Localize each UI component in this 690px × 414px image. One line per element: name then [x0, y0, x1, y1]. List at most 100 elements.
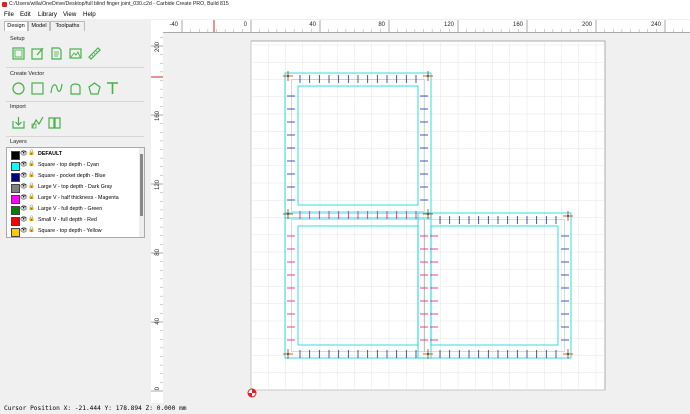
ruler-label: 200: [582, 22, 593, 28]
ruler-label: 0: [155, 386, 161, 390]
tab-design[interactable]: Design: [4, 21, 28, 31]
separator: [6, 101, 144, 102]
eye-icon[interactable]: 👁: [20, 194, 28, 201]
eye-icon[interactable]: 👁: [20, 227, 28, 234]
layer-name: Large V - full depth - Green: [38, 206, 103, 212]
measure-icon[interactable]: [88, 47, 101, 60]
layer-color-swatch[interactable]: [11, 195, 20, 204]
eye-icon[interactable]: 👁: [20, 172, 28, 179]
polygon-icon[interactable]: [88, 82, 101, 95]
ruler-label: 120: [444, 22, 455, 28]
layer-name: DEFAULT: [38, 151, 63, 157]
blob-shape-icon[interactable]: [69, 82, 82, 95]
lock-icon[interactable]: 🔒: [28, 194, 35, 200]
corner-point: [426, 74, 430, 78]
separator: [6, 136, 144, 137]
layer-color-swatch[interactable]: [11, 217, 20, 226]
menu-file[interactable]: File: [4, 11, 14, 18]
eye-icon[interactable]: 👁: [20, 161, 28, 168]
corner-point: [566, 214, 570, 218]
lock-icon[interactable]: 🔒: [28, 216, 35, 222]
ruler-label: 80: [378, 22, 385, 28]
rectangle-icon[interactable]: [31, 82, 44, 95]
corner-point: [426, 352, 430, 356]
layer-color-swatch[interactable]: [11, 173, 20, 182]
layer-row[interactable]: 👁 🔒 Square - top depth - Yellow: [7, 226, 137, 237]
menu-library[interactable]: Library: [38, 11, 57, 18]
menu-help[interactable]: Help: [83, 11, 96, 18]
import-svg-icon[interactable]: [31, 116, 44, 129]
layer-name: Small V - full depth - Red: [38, 217, 97, 223]
window-title: C:/Users/willa/OneDrive/Desktop/full bli…: [9, 1, 229, 7]
layer-name: Large V - half thickness - Magenta: [38, 195, 119, 201]
scrollbar-thumb[interactable]: [140, 154, 143, 216]
layers-scrollbar[interactable]: [139, 148, 144, 237]
layer-color-swatch[interactable]: [11, 206, 20, 215]
layer-row[interactable]: 👁 🔒 Square - top depth - Cyan: [7, 160, 137, 171]
eye-icon[interactable]: 👁: [20, 150, 28, 157]
ruler-label: 40: [309, 22, 316, 28]
layer-name: Square - top depth - Yellow: [38, 228, 102, 234]
library-book-icon[interactable]: [48, 116, 61, 129]
corner-point: [566, 352, 570, 356]
ruler-label: 40: [155, 317, 161, 324]
curve-icon[interactable]: [50, 82, 63, 95]
lock-icon[interactable]: 🔒: [28, 150, 35, 156]
ruler-label: 120: [155, 179, 161, 190]
text-icon[interactable]: [106, 82, 119, 95]
separator: [6, 67, 144, 68]
layer-row[interactable]: 👁 🔒 Large V - half thickness - Magenta: [7, 193, 137, 204]
eye-icon[interactable]: 👁: [20, 183, 28, 190]
eye-icon[interactable]: 👁: [20, 205, 28, 212]
create-vector-heading: Create Vector: [10, 71, 45, 77]
menu-bar: File Edit Library View Help: [0, 9, 690, 19]
menu-view[interactable]: View: [63, 11, 76, 18]
layer-row[interactable]: 👁 🔒 Small V - full depth - Red: [7, 215, 137, 226]
status-bar: Cursor Position X: -21.444 Y: 178.894 Z:…: [0, 403, 690, 414]
image-icon[interactable]: [69, 47, 82, 60]
corner-point: [286, 212, 290, 216]
layer-name: Square - pocket depth - Blue: [38, 173, 106, 179]
ruler-label: 0: [244, 22, 248, 28]
tab-model[interactable]: Model: [28, 21, 50, 31]
corner-point: [286, 352, 290, 356]
layer-row[interactable]: 👁 🔒 Large V - full depth - Green: [7, 204, 137, 215]
ruler-label: -40: [169, 22, 178, 28]
lock-icon[interactable]: 🔒: [28, 227, 35, 233]
lock-icon[interactable]: 🔒: [28, 183, 35, 189]
lock-icon[interactable]: 🔒: [28, 172, 35, 178]
horizontal-ruler: -40 0 40 80 120 160 200 240: [151, 20, 690, 33]
layer-color-swatch[interactable]: [11, 228, 20, 237]
layer-color-swatch[interactable]: [11, 151, 20, 160]
import-heading: Import: [10, 104, 26, 110]
layer-row[interactable]: 👁 🔒 Large V - top depth - Dark Gray: [7, 182, 137, 193]
circle-icon[interactable]: [12, 82, 25, 95]
menu-edit[interactable]: Edit: [20, 11, 31, 18]
layer-row[interactable]: 👁 🔒 Square - pocket depth - Blue: [7, 171, 137, 182]
layers-heading: Layers: [10, 139, 27, 145]
corner-point: [426, 212, 430, 216]
layers-list: 👁 🔒 DEFAULT 👁 🔒 Square - top depth - Cyan 👁 🔒 Sq…: [6, 147, 145, 238]
layer-color-swatch[interactable]: [11, 162, 20, 171]
lock-icon[interactable]: 🔒: [28, 161, 35, 167]
import-icon[interactable]: [12, 116, 25, 129]
ruler-label: 200: [155, 41, 161, 52]
ruler-label: 160: [155, 110, 161, 121]
text-doc-icon[interactable]: [50, 47, 63, 60]
layer-row[interactable]: 👁 🔒 DEFAULT: [7, 149, 137, 160]
layer-color-swatch[interactable]: [11, 184, 20, 193]
ruler-label: 80: [155, 248, 161, 255]
layer-name: Square - top depth - Cyan: [38, 162, 99, 168]
lock-icon[interactable]: 🔒: [28, 205, 35, 211]
eye-icon[interactable]: 👁: [20, 216, 28, 223]
title-bar: C:/Users/willa/OneDrive/Desktop/full bli…: [0, 0, 690, 9]
corner-point: [286, 74, 290, 78]
tab-toolpaths[interactable]: Toolpaths: [50, 21, 85, 31]
design-canvas[interactable]: [163, 33, 690, 403]
design-tabs: Design Model Toolpaths: [0, 21, 148, 31]
layer-name: Large V - top depth - Dark Gray: [38, 184, 113, 190]
ruler-label: 160: [513, 22, 524, 28]
job-setup-icon[interactable]: [12, 47, 25, 60]
edit-icon[interactable]: [31, 47, 44, 60]
ruler-label: 240: [651, 22, 662, 28]
